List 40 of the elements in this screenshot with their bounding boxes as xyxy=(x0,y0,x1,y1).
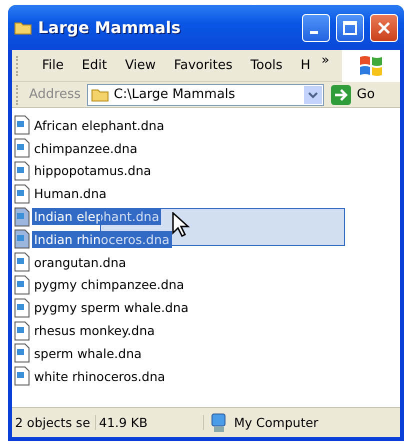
windows-logo-icon xyxy=(358,54,384,78)
status-selection: 2 objects se xyxy=(12,415,96,430)
status-size: 41.9 KB xyxy=(96,415,204,430)
computer-icon xyxy=(210,412,228,432)
go-button[interactable]: Go xyxy=(330,84,375,106)
file-icon xyxy=(14,206,30,227)
minimize-icon xyxy=(310,31,318,34)
file-name[interactable]: Indian elephant.dna xyxy=(32,208,162,226)
window-title: Large Mammals xyxy=(38,18,182,37)
address-field[interactable]: C:\Large Mammals xyxy=(86,84,324,106)
maximize-icon xyxy=(343,20,357,34)
file-name[interactable]: Human.dna xyxy=(32,185,109,202)
close-button[interactable] xyxy=(370,14,398,42)
status-location: My Computer xyxy=(234,415,318,430)
menu-item[interactable]: H xyxy=(292,58,320,73)
file-name[interactable]: chimpanzee.dna xyxy=(32,140,140,157)
close-icon xyxy=(377,20,391,34)
address-label: Address xyxy=(29,87,81,102)
minimize-button[interactable] xyxy=(302,14,330,42)
folder-icon xyxy=(14,20,32,35)
menu-item[interactable]: File xyxy=(33,58,73,73)
menu-item[interactable]: Edit xyxy=(72,58,116,73)
file-name[interactable]: Indian rhinoceros.dna xyxy=(32,230,172,248)
menu-overflow[interactable]: » xyxy=(319,53,332,68)
folder-icon xyxy=(90,87,109,102)
file-name[interactable]: pygmy sperm whale.dna xyxy=(32,299,190,316)
file-name[interactable]: hippopotamus.dna xyxy=(32,162,154,180)
file-name[interactable]: orangutan.dna xyxy=(32,254,128,271)
cursor-icon xyxy=(172,212,192,238)
file-name[interactable]: African elephant.dna xyxy=(32,116,166,134)
file-icon xyxy=(14,229,30,250)
file-name[interactable]: white rhinoceros.dna xyxy=(32,368,168,385)
file-name[interactable]: pygmy chimpanzee.dna xyxy=(32,276,186,294)
file-name[interactable]: sperm whale.dna xyxy=(32,344,144,362)
file-name[interactable]: rhesus monkey.dna xyxy=(32,322,157,340)
menu-item[interactable]: Tools xyxy=(242,58,292,73)
dropdown-icon[interactable] xyxy=(304,86,322,104)
menu-item[interactable]: View xyxy=(116,58,165,73)
menu-item[interactable]: Favorites xyxy=(164,58,242,73)
maximize-button[interactable] xyxy=(336,14,364,42)
